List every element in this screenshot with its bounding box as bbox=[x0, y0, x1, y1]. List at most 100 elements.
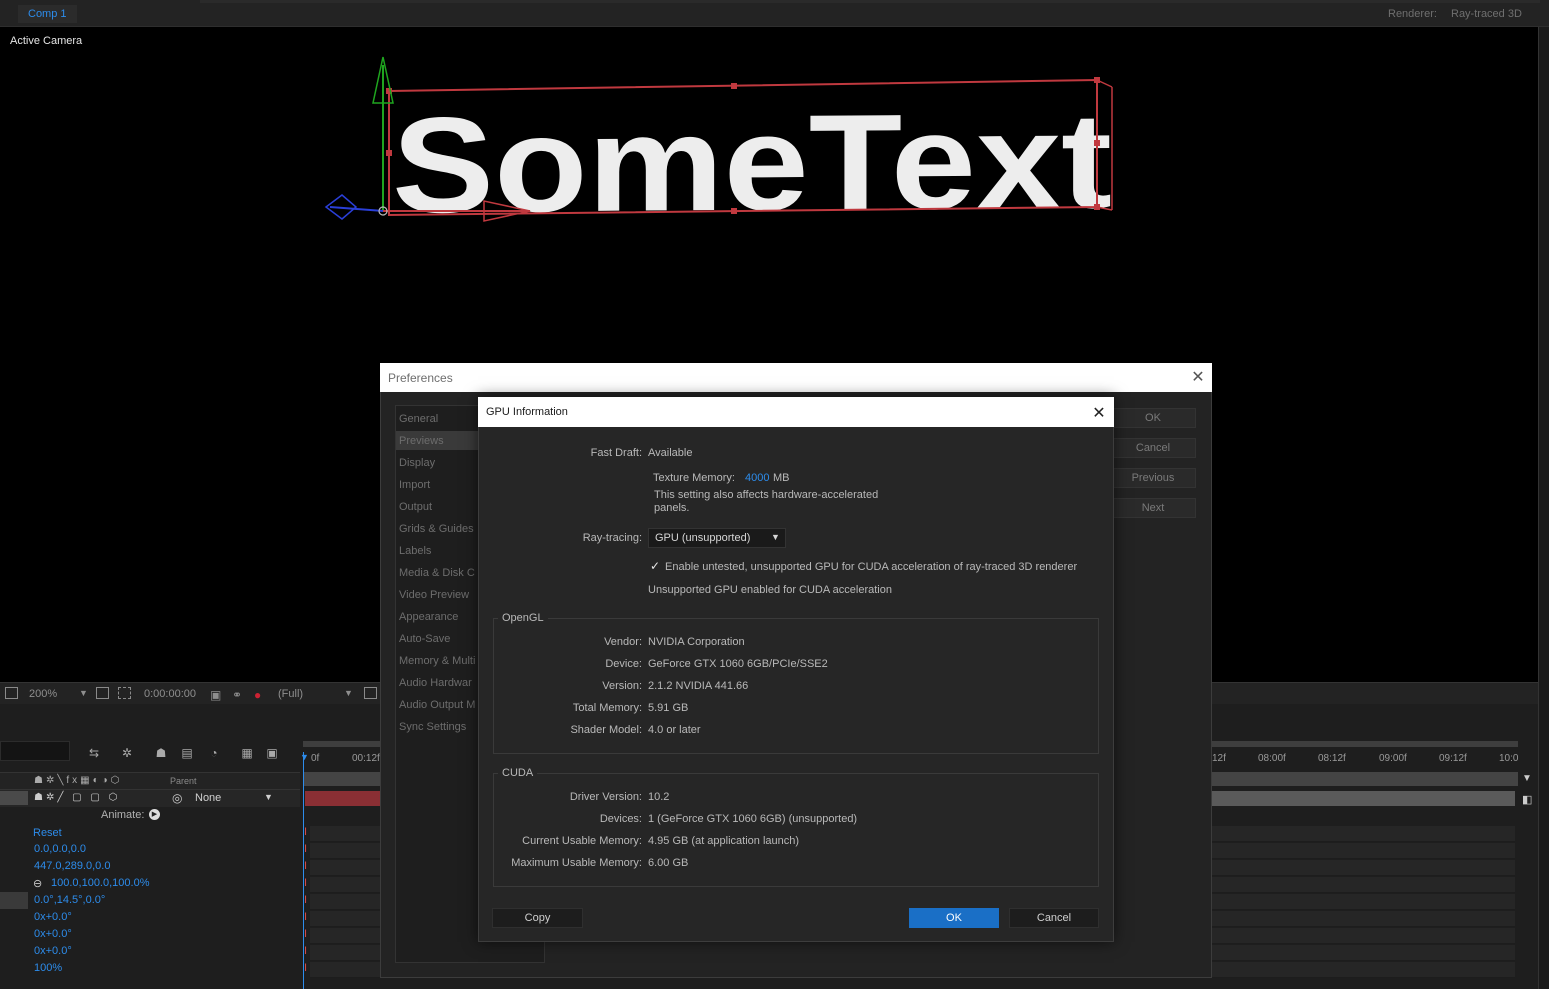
keyframe-marker[interactable]: I bbox=[304, 928, 309, 940]
animate-play-icon[interactable]: ▶ bbox=[149, 809, 160, 820]
keyframe-marker[interactable]: I bbox=[304, 945, 309, 957]
render-icon[interactable]: ▣ bbox=[265, 746, 279, 760]
opengl-vendor-label: Vendor: bbox=[604, 636, 642, 648]
prefs-category-previews[interactable]: Previews bbox=[399, 435, 444, 447]
layer-switches[interactable]: ☗✲╱ ▢ ▢ ⬡ bbox=[34, 792, 120, 803]
ruler-label: 09:00f bbox=[1379, 753, 1407, 764]
snapshot-icon[interactable]: ▣ bbox=[210, 688, 221, 702]
property-z-rotation[interactable]: 0x+0.0° bbox=[34, 945, 72, 957]
texture-memory-note: This setting also affects hardware-accel… bbox=[654, 489, 879, 514]
keyframe-marker[interactable]: I bbox=[304, 962, 309, 974]
cancel-button[interactable]: Cancel bbox=[1009, 908, 1099, 928]
prefs-category-display[interactable]: Display bbox=[399, 457, 435, 469]
resolution-dropdown-icon[interactable]: ▼ bbox=[344, 688, 353, 698]
constrain-proportions-icon[interactable]: ⊖ bbox=[33, 877, 42, 890]
playhead-handle-icon[interactable]: ▼ bbox=[300, 752, 309, 762]
opengl-device-value: GeForce GTX 1060 6GB/PCIe/SSE2 bbox=[648, 658, 828, 670]
gpu-dialog-close-icon[interactable]: ✕ bbox=[1090, 403, 1108, 423]
grid-guides-icon[interactable] bbox=[96, 687, 109, 699]
parent-dropdown-icon[interactable]: ▼ bbox=[264, 792, 273, 802]
current-timecode[interactable]: 0:00:00:00 bbox=[144, 688, 196, 700]
cuda-checkbox-label[interactable]: Enable untested, unsupported GPU for CUD… bbox=[665, 561, 1077, 573]
property-opacity[interactable]: 100% bbox=[34, 962, 62, 974]
property-scale[interactable]: 100.0,100.0,100.0% bbox=[51, 877, 149, 889]
ray-tracing-dropdown-icon[interactable]: ▼ bbox=[771, 532, 780, 542]
channel-icon[interactable]: ● bbox=[254, 688, 261, 702]
property-anchor-point[interactable]: 0.0,0.0,0.0 bbox=[34, 843, 86, 855]
cuda-group-title: CUDA bbox=[498, 767, 538, 779]
opengl-total-memory-value: 5.91 GB bbox=[648, 702, 689, 714]
bbox-handle bbox=[731, 208, 737, 214]
fast-previews-icon[interactable] bbox=[364, 687, 377, 699]
keyframe-marker[interactable]: I bbox=[304, 877, 309, 889]
ruler-label: 10:0 bbox=[1499, 753, 1519, 764]
resolution-value[interactable]: (Full) bbox=[278, 688, 303, 700]
parent-select[interactable]: None bbox=[195, 792, 221, 804]
prefs-previous-button[interactable]: Previous bbox=[1110, 468, 1196, 488]
composition-navigator-icon[interactable]: ⇆ bbox=[87, 746, 101, 760]
property-reset[interactable]: Reset bbox=[33, 827, 62, 839]
always-preview-icon[interactable] bbox=[5, 687, 18, 699]
gpu-dialog-titlebar bbox=[478, 397, 1114, 427]
active-camera-label: Active Camera bbox=[10, 35, 83, 47]
gpu-dialog-title: GPU Information bbox=[486, 406, 568, 418]
prefs-next-button[interactable]: Next bbox=[1110, 498, 1196, 518]
renderer-label: Renderer: bbox=[1388, 8, 1437, 20]
prefs-category-appearance[interactable]: Appearance bbox=[399, 611, 458, 623]
prefs-ok-button[interactable]: OK bbox=[1110, 408, 1196, 428]
property-position[interactable]: 447.0,289.0,0.0 bbox=[34, 860, 110, 872]
prefs-category-import[interactable]: Import bbox=[399, 479, 430, 491]
prefs-category-output[interactable]: Output bbox=[399, 501, 432, 513]
copy-button[interactable]: Copy bbox=[492, 908, 583, 928]
work-area-end-icon[interactable]: ▼ bbox=[1522, 773, 1532, 784]
keyframe-marker[interactable]: I bbox=[304, 911, 309, 923]
layer-label-color[interactable] bbox=[0, 791, 28, 805]
shy-layers-icon[interactable]: ☗ bbox=[154, 746, 168, 760]
prefs-category-audio-hardware[interactable]: Audio Hardwar bbox=[399, 677, 472, 689]
keyframe-marker[interactable]: I bbox=[304, 860, 309, 872]
preferences-close-icon[interactable]: ✕ bbox=[1190, 367, 1206, 387]
property-y-rotation[interactable]: 0x+0.0° bbox=[34, 928, 72, 940]
prefs-category-sync-settings[interactable]: Sync Settings bbox=[399, 721, 466, 733]
renderer-value[interactable]: Ray-traced 3D bbox=[1451, 8, 1522, 20]
prefs-cancel-button[interactable]: Cancel bbox=[1110, 438, 1196, 458]
right-panel-edge bbox=[1538, 27, 1549, 989]
prefs-category-grids-guides[interactable]: Grids & Guides bbox=[399, 523, 474, 535]
ok-button[interactable]: OK bbox=[909, 908, 999, 928]
motion-blur-icon[interactable]: ◔ bbox=[207, 746, 221, 760]
zoom-dropdown-icon[interactable]: ▼ bbox=[79, 688, 88, 698]
property-orientation[interactable]: 0.0°,14.5°,0.0° bbox=[34, 894, 105, 906]
property-x-rotation[interactable]: 0x+0.0° bbox=[34, 911, 72, 923]
prefs-category-media-disk-cache[interactable]: Media & Disk C bbox=[399, 567, 475, 579]
fast-draft-label: Fast Draft: bbox=[590, 447, 642, 459]
unsupported-gpu-note: Unsupported GPU enabled for CUDA acceler… bbox=[648, 584, 892, 596]
tab-comp-1[interactable]: Comp 1 bbox=[18, 5, 77, 23]
prefs-category-auto-save[interactable]: Auto-Save bbox=[399, 633, 450, 645]
graph-toggle-icon[interactable]: ◧ bbox=[1522, 793, 1532, 806]
texture-memory-input[interactable]: 4000 bbox=[745, 472, 769, 484]
prefs-category-audio-output[interactable]: Audio Output M bbox=[399, 699, 475, 711]
prefs-category-general[interactable]: General bbox=[399, 413, 438, 425]
keyframe-marker[interactable]: I bbox=[304, 843, 309, 855]
show-snapshot-icon[interactable]: ⚭ bbox=[232, 688, 242, 702]
opengl-shader-model-label: Shader Model: bbox=[570, 724, 642, 736]
bbox-handle bbox=[386, 150, 392, 156]
switches-icons[interactable]: ☗✲╲fx▦◐◑⬡ bbox=[34, 775, 122, 786]
cuda-driver-version-label: Driver Version: bbox=[569, 791, 642, 803]
ruler-label: 12f bbox=[1212, 753, 1226, 764]
cuda-checkbox-check-icon[interactable]: ✓ bbox=[650, 559, 660, 573]
ray-tracing-value: GPU (unsupported) bbox=[655, 532, 751, 544]
keyframe-marker[interactable]: I bbox=[304, 894, 309, 906]
parent-pickwhip-icon[interactable]: ◎ bbox=[172, 791, 182, 805]
prefs-category-video-preview[interactable]: Video Preview bbox=[399, 589, 469, 601]
keyframe-marker[interactable]: I bbox=[304, 826, 309, 838]
frame-blending-icon[interactable]: ▤ bbox=[180, 746, 194, 760]
graph-editor-icon[interactable]: ▦ bbox=[240, 746, 254, 760]
timeline-search-input[interactable] bbox=[0, 741, 70, 761]
prefs-category-memory[interactable]: Memory & Multi bbox=[399, 655, 475, 667]
draft-3d-icon[interactable]: ✲ bbox=[120, 746, 134, 760]
zoom-level[interactable]: 200% bbox=[29, 688, 57, 700]
current-time-indicator[interactable] bbox=[303, 752, 304, 989]
prefs-category-labels[interactable]: Labels bbox=[399, 545, 431, 557]
region-of-interest-icon[interactable] bbox=[118, 687, 131, 699]
